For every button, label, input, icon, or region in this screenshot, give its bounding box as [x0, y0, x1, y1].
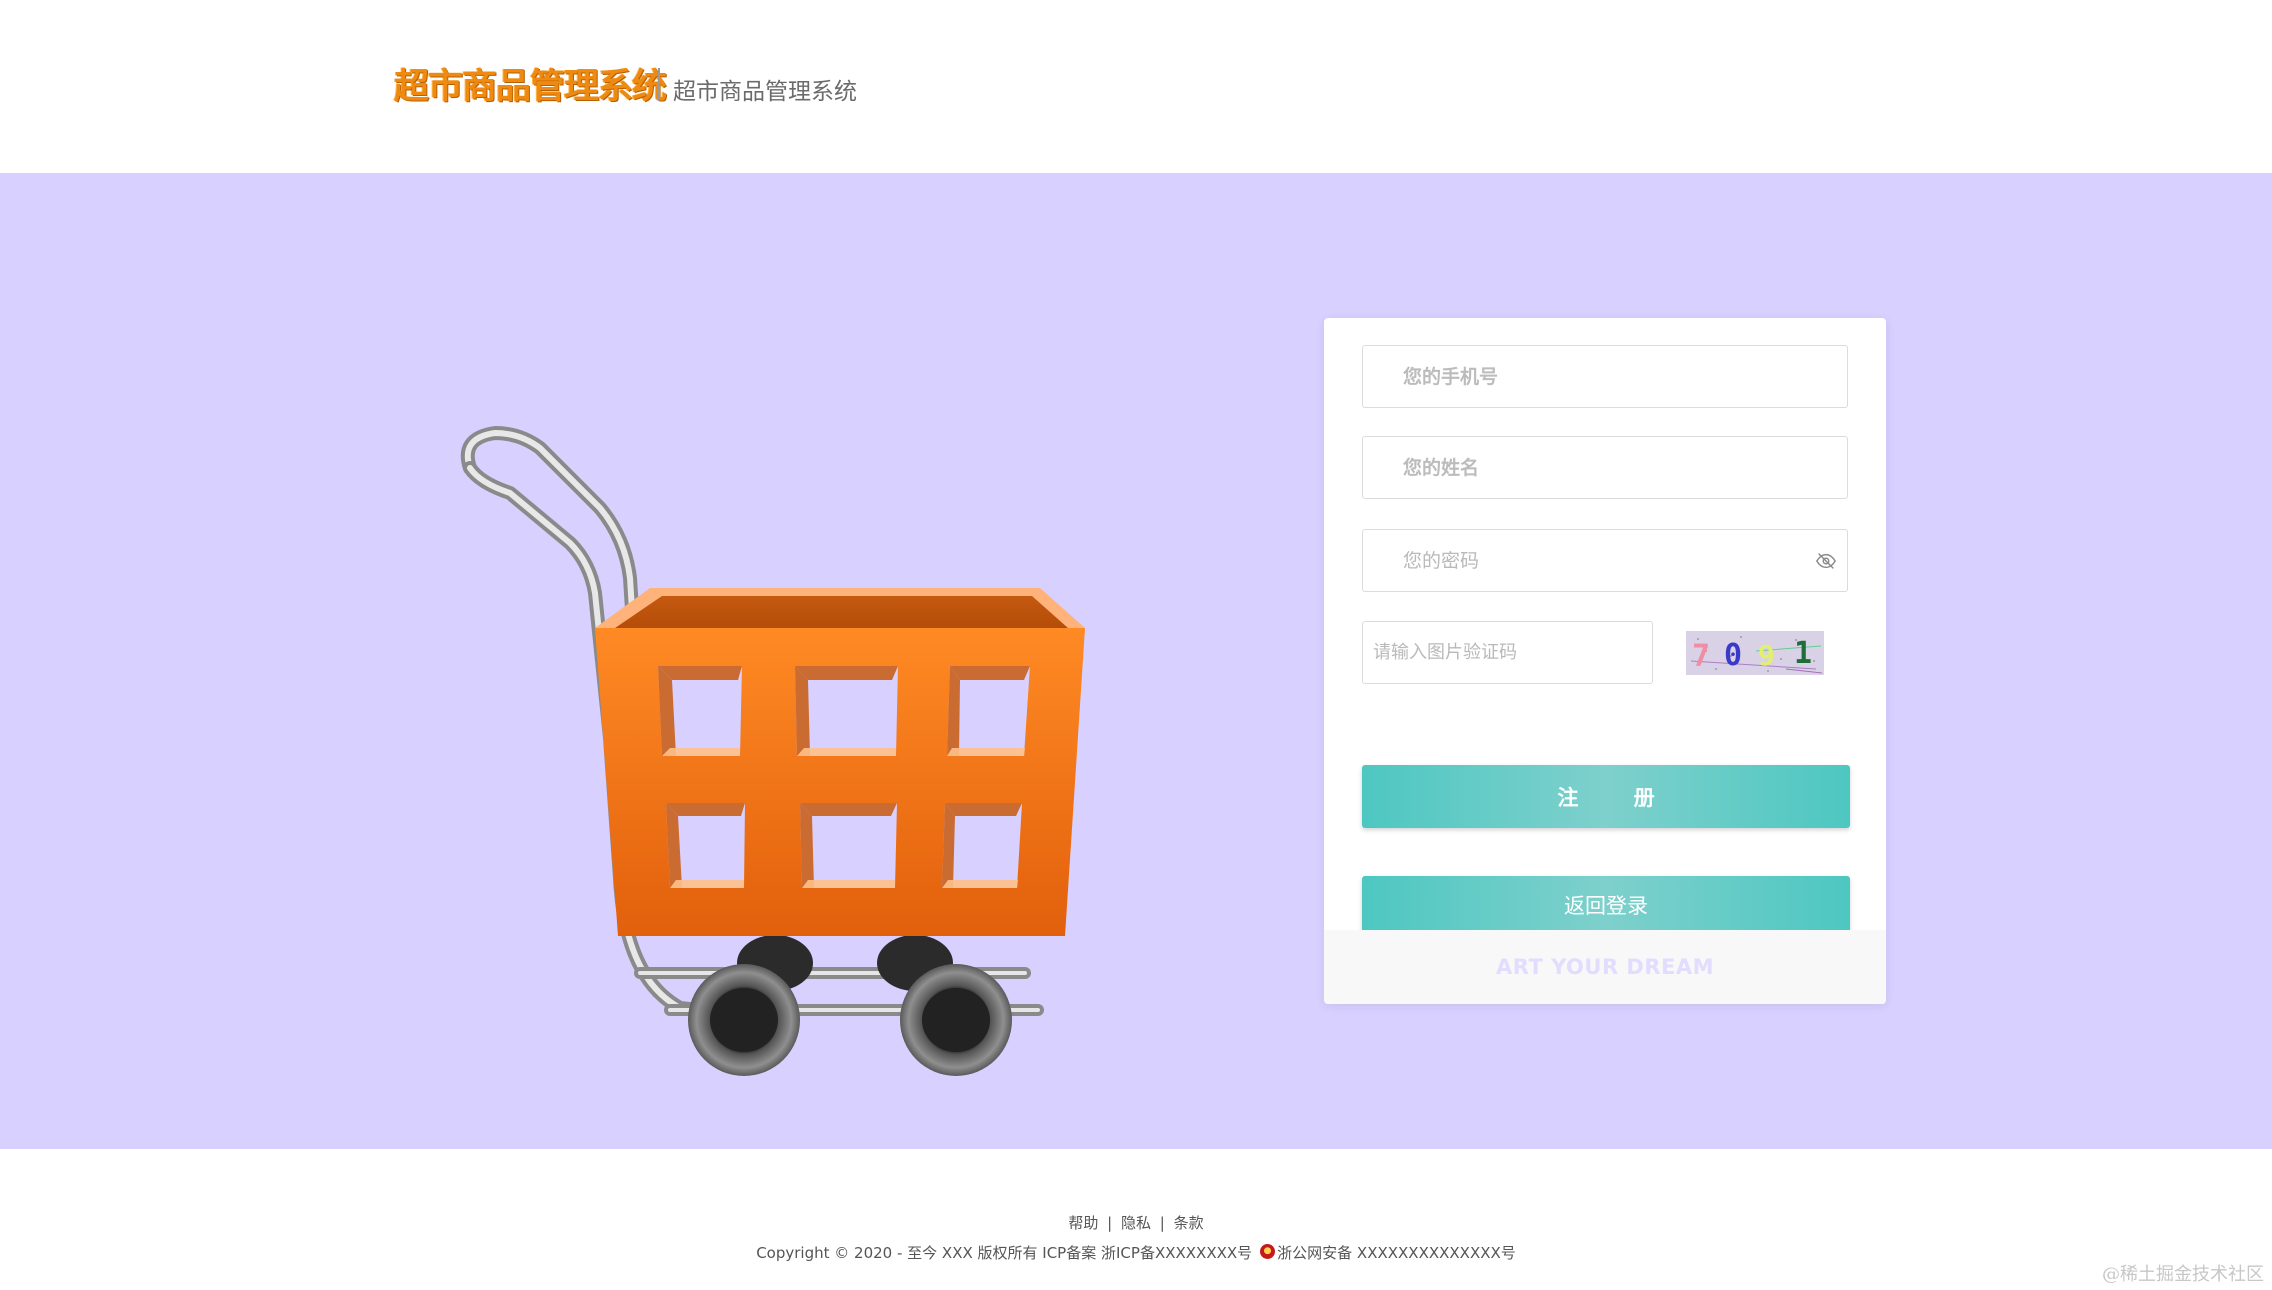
register-banner: 7 0 9 1 注 册 返回登录 ART YOUR DREAM	[0, 173, 2272, 1149]
phone-input[interactable]	[1363, 346, 1847, 407]
header-subtitle: 超市商品管理系统	[673, 79, 857, 105]
password-input[interactable]	[1363, 530, 1847, 591]
footer-separator: |	[1107, 1214, 1113, 1232]
captcha-digit-1: 7	[1692, 639, 1710, 674]
register-button[interactable]: 注 册	[1362, 765, 1850, 828]
captcha-digit-2: 0	[1724, 638, 1742, 673]
phone-field[interactable]	[1362, 345, 1848, 408]
police-record-text[interactable]: 浙公网安备 XXXXXXXXXXXXXX号	[1277, 1244, 1516, 1262]
footer-link-privacy[interactable]: 隐私	[1121, 1214, 1151, 1232]
footer-separator: |	[1159, 1214, 1165, 1232]
captcha-field[interactable]	[1362, 621, 1653, 684]
eye-off-icon[interactable]	[1815, 550, 1837, 572]
logo-divider	[658, 68, 660, 101]
footer-link-terms[interactable]: 条款	[1174, 1214, 1204, 1232]
footer-link-help[interactable]: 帮助	[1068, 1214, 1098, 1232]
captcha-digit-4: 1	[1794, 636, 1812, 671]
footer-links: 帮助 | 隐私 | 条款	[0, 1212, 2272, 1233]
copyright-text: Copyright © 2020 - 至今 XXX 版权所有 ICP备案 浙IC…	[756, 1244, 1253, 1262]
logo[interactable]: 超市商品管理系统	[394, 58, 667, 109]
register-card: 7 0 9 1 注 册 返回登录 ART YOUR DREAM	[1324, 318, 1886, 1004]
watermark: @稀土掘金技术社区	[2102, 1264, 2264, 1285]
site-header: 超市商品管理系统 超市商品管理系统	[0, 0, 2272, 173]
shopping-cart-illustration	[460, 426, 1085, 1076]
police-badge-icon	[1260, 1244, 1276, 1259]
captcha-image[interactable]: 7 0 9 1	[1686, 631, 1824, 675]
password-field[interactable]	[1362, 529, 1848, 592]
captcha-digit-3: 9	[1758, 639, 1775, 672]
name-input[interactable]	[1363, 437, 1847, 498]
card-slogan: ART YOUR DREAM	[1324, 930, 1886, 1004]
footer-copyright: Copyright © 2020 - 至今 XXX 版权所有 ICP备案 浙IC…	[0, 1242, 2272, 1263]
captcha-input[interactable]	[1363, 622, 1652, 683]
back-to-login-button[interactable]: 返回登录	[1362, 876, 1850, 934]
name-field[interactable]	[1362, 436, 1848, 499]
